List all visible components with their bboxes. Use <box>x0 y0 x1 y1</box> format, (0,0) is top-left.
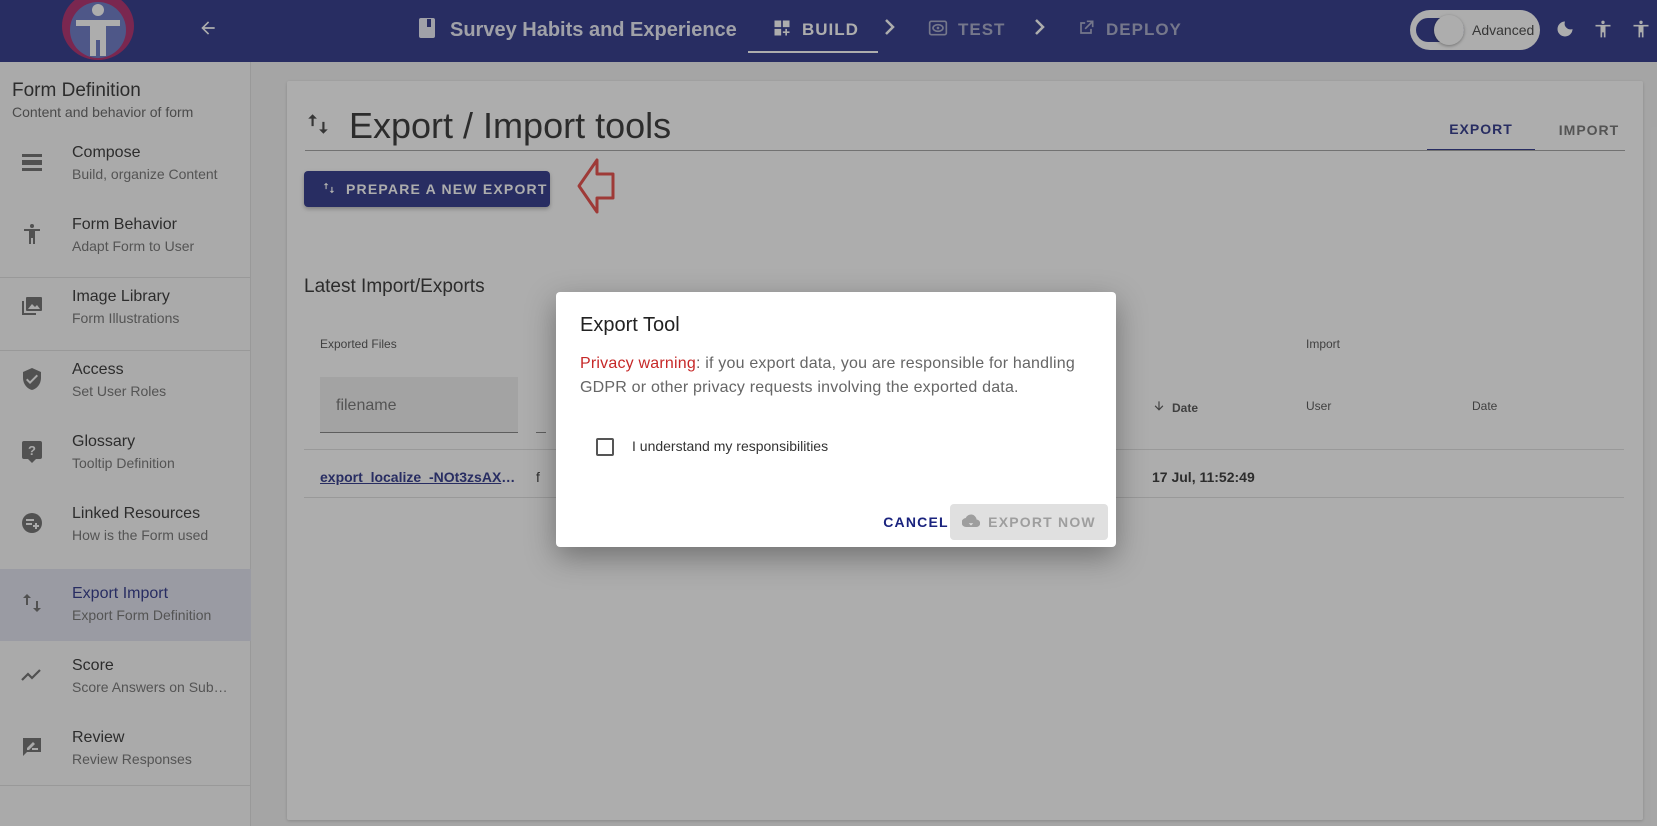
privacy-warning-label: Privacy warning <box>580 355 696 372</box>
export-now-label: EXPORT NOW <box>988 514 1096 530</box>
dialog-title: Export Tool <box>580 314 680 336</box>
dialog-privacy-text: Privacy warning: if you export data, you… <box>580 352 1080 400</box>
export-now-button[interactable]: EXPORT NOW <box>950 504 1108 540</box>
cloud-download-icon <box>961 513 981 531</box>
responsibility-checkbox-label[interactable]: I understand my responsibilities <box>632 438 828 454</box>
responsibility-checkbox[interactable] <box>596 438 614 456</box>
export-tool-dialog: Export Tool Privacy warning: if you expo… <box>556 292 1116 547</box>
